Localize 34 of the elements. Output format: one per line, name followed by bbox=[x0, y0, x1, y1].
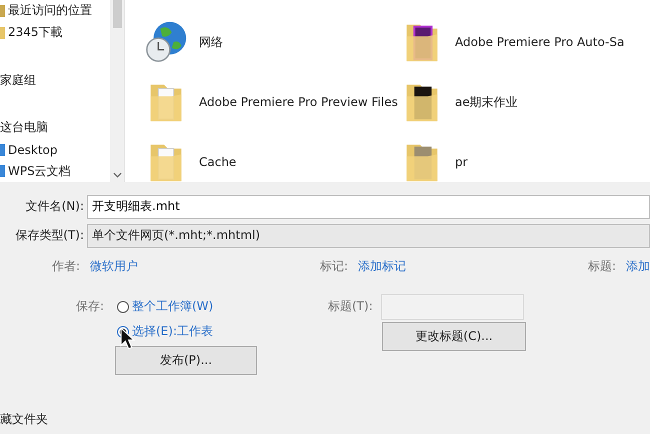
file-item[interactable]: ae期末作业 bbox=[399, 72, 650, 132]
filename-label: 文件名(N): bbox=[24, 198, 85, 215]
radio-label[interactable]: 选择(E):工作表 bbox=[132, 323, 213, 340]
publish-button[interactable]: 发布(P)... bbox=[115, 346, 257, 375]
nav-item[interactable]: 家庭组 bbox=[0, 69, 110, 92]
title-label: 标题(T): bbox=[328, 298, 374, 315]
metadata-link[interactable]: 添加标记 bbox=[358, 258, 406, 286]
nav-item[interactable]: 2345下載 bbox=[0, 22, 110, 44]
file-item[interactable]: Adobe Premiere Pro Preview Files bbox=[143, 72, 399, 132]
scroll-down-icon[interactable] bbox=[112, 172, 122, 178]
scrollbar-thumb[interactable] bbox=[112, 0, 122, 28]
metadata-label: 作者: bbox=[52, 258, 80, 275]
save-type-label: 保存类型(T): bbox=[14, 227, 85, 244]
filename-field[interactable]: 开支明细表.mht bbox=[87, 194, 650, 218]
radio-button[interactable] bbox=[117, 300, 129, 312]
nav-item[interactable]: WPS云文档 bbox=[0, 160, 110, 182]
metadata-link[interactable]: 微软用户 bbox=[90, 258, 138, 286]
nav-item[interactable]: 这台电脑 bbox=[0, 117, 110, 139]
file-item[interactable]: Cache bbox=[143, 132, 399, 182]
nav-item[interactable]: Desktop bbox=[0, 138, 110, 160]
save-type-dropdown[interactable]: 单个文件网页(*.mht;*.mhtml) bbox=[87, 224, 650, 248]
file-item[interactable]: Adobe Premiere Pro Auto-Sa bbox=[399, 12, 650, 72]
globe-clock-icon bbox=[143, 19, 189, 65]
radio-label[interactable]: 整个工作簿(W) bbox=[132, 298, 214, 315]
save-label: 保存: bbox=[76, 298, 106, 315]
metadata-label: 标题: bbox=[588, 258, 616, 275]
nav-item[interactable]: 最近访问的位置 bbox=[0, 0, 110, 22]
nav-item[interactable]: 藏文件夹 bbox=[0, 411, 48, 428]
metadata-link[interactable]: 添加 bbox=[626, 258, 650, 286]
metadata-label: 标记: bbox=[320, 258, 348, 275]
scrollbar[interactable] bbox=[110, 0, 124, 182]
file-item[interactable]: pr bbox=[399, 132, 650, 182]
file-item[interactable]: 网络 bbox=[143, 12, 399, 72]
change-title-button[interactable]: 更改标题(C)... bbox=[382, 322, 526, 351]
